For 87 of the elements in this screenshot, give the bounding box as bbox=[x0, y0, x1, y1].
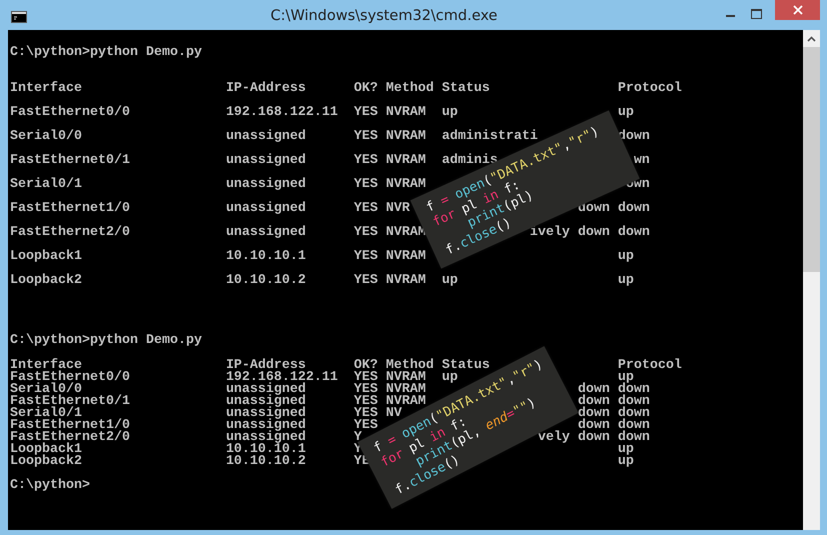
command-prompt: C:\python>python Demo.py bbox=[10, 47, 202, 59]
console-text: YES bbox=[354, 176, 378, 194]
close-button[interactable] bbox=[775, 0, 820, 20]
console-text: Loopback1 bbox=[10, 248, 82, 266]
column-header: Protocol bbox=[618, 360, 682, 372]
console-text: NVRAM bbox=[386, 384, 426, 396]
console-text: unassigned bbox=[226, 384, 306, 396]
console-text: 10.10.10.1 bbox=[226, 248, 306, 266]
console-text: NVRAM bbox=[386, 272, 426, 290]
console-text: up bbox=[618, 272, 634, 290]
column-header: IP-Address bbox=[226, 360, 306, 372]
console-text: down bbox=[618, 200, 650, 218]
column-header: Method bbox=[386, 80, 434, 98]
console-icon bbox=[11, 10, 27, 22]
console-text: 10.10.10.2 bbox=[226, 272, 306, 290]
console-text: NVRAM bbox=[386, 396, 426, 408]
column-header: IP-Address bbox=[226, 80, 306, 98]
console-text: up bbox=[618, 444, 634, 456]
console-text: unassigned bbox=[226, 432, 306, 444]
console-text: YES bbox=[354, 248, 378, 266]
column-header: Method bbox=[386, 360, 434, 372]
console-text: FastEthernet0/0 bbox=[10, 104, 130, 122]
console-text: up bbox=[618, 248, 634, 266]
close-icon bbox=[792, 4, 802, 14]
console-text: YES bbox=[354, 408, 378, 420]
console-text: up bbox=[618, 372, 634, 384]
console-text: YES bbox=[354, 104, 378, 122]
window-title: C:\Windows\system32\cmd.exe bbox=[270, 6, 498, 26]
console-text: ively down bbox=[530, 224, 610, 242]
console-text: YES bbox=[354, 224, 378, 242]
command-prompt: C:\python> bbox=[10, 480, 90, 492]
console-text: up bbox=[442, 272, 458, 290]
console-text: NVRAM bbox=[386, 224, 426, 242]
console-text: NVRAM bbox=[386, 372, 426, 384]
column-header: Protocol bbox=[618, 80, 682, 98]
console-text: NVRAM bbox=[386, 128, 426, 146]
console-text: FastEthernet2/0 bbox=[10, 224, 130, 242]
console-text: unassigned bbox=[226, 152, 306, 170]
console-text: Y bbox=[354, 432, 362, 444]
console-text: up bbox=[442, 104, 458, 122]
console-text: NVRAM bbox=[386, 152, 426, 170]
console-text: YES bbox=[354, 396, 378, 408]
console-text: NVRAM bbox=[386, 176, 426, 194]
console-text: Loopback1 bbox=[10, 444, 82, 456]
command-prompt: C:\python>python Demo.py bbox=[10, 335, 202, 347]
console-text: NVRAM bbox=[386, 248, 426, 266]
console-text: unassigned bbox=[226, 408, 306, 420]
console-text: FastEthernet0/1 bbox=[10, 152, 130, 170]
console-text: unassigned bbox=[226, 396, 306, 408]
console-text: NVR bbox=[386, 200, 410, 218]
console-text: 10.10.10.1 bbox=[226, 444, 306, 456]
console-text: YES bbox=[354, 272, 378, 290]
console-text: unassigned bbox=[226, 200, 306, 218]
scroll-up-icon[interactable] bbox=[807, 36, 816, 42]
console-text: YES bbox=[354, 420, 378, 432]
scrollbar[interactable] bbox=[803, 30, 820, 530]
console-text: unassigned bbox=[226, 176, 306, 194]
column-header: Status bbox=[442, 80, 490, 98]
console-text: YES bbox=[354, 384, 378, 396]
console-text: YES bbox=[354, 152, 378, 170]
console-text: wn bbox=[634, 152, 650, 170]
console-text: 10.10.10.2 bbox=[226, 456, 306, 468]
column-header: OK? bbox=[354, 360, 378, 372]
console-text: unassigned bbox=[226, 224, 306, 242]
console-text: unassigned bbox=[226, 420, 306, 432]
console-text: NVRAM bbox=[386, 104, 426, 122]
console-text: unassigned bbox=[226, 128, 306, 146]
console-text: Loopback2 bbox=[10, 272, 82, 290]
console-text: 192.168.122.11 bbox=[226, 104, 338, 122]
column-header: Interface bbox=[10, 80, 82, 98]
console-text: Serial0/1 bbox=[10, 176, 82, 194]
console-text: vely down bbox=[538, 432, 610, 444]
console-text: administrati bbox=[442, 128, 538, 144]
maximize-icon bbox=[750, 8, 762, 18]
console-text: YES bbox=[354, 200, 378, 218]
console-text: down bbox=[618, 432, 650, 444]
console-text: YES bbox=[354, 128, 378, 146]
console-text: Serial0/0 bbox=[10, 128, 82, 146]
console-text: up bbox=[618, 456, 634, 468]
console-text: up bbox=[618, 104, 634, 122]
column-header: OK? bbox=[354, 80, 378, 98]
console-text: FastEthernet1/0 bbox=[10, 200, 130, 218]
console-text: NV bbox=[386, 408, 402, 420]
console-text: down bbox=[618, 224, 650, 242]
console-text: YES bbox=[354, 372, 378, 384]
column-header: Status bbox=[442, 360, 490, 372]
console-text: Loopback2 bbox=[10, 456, 82, 468]
